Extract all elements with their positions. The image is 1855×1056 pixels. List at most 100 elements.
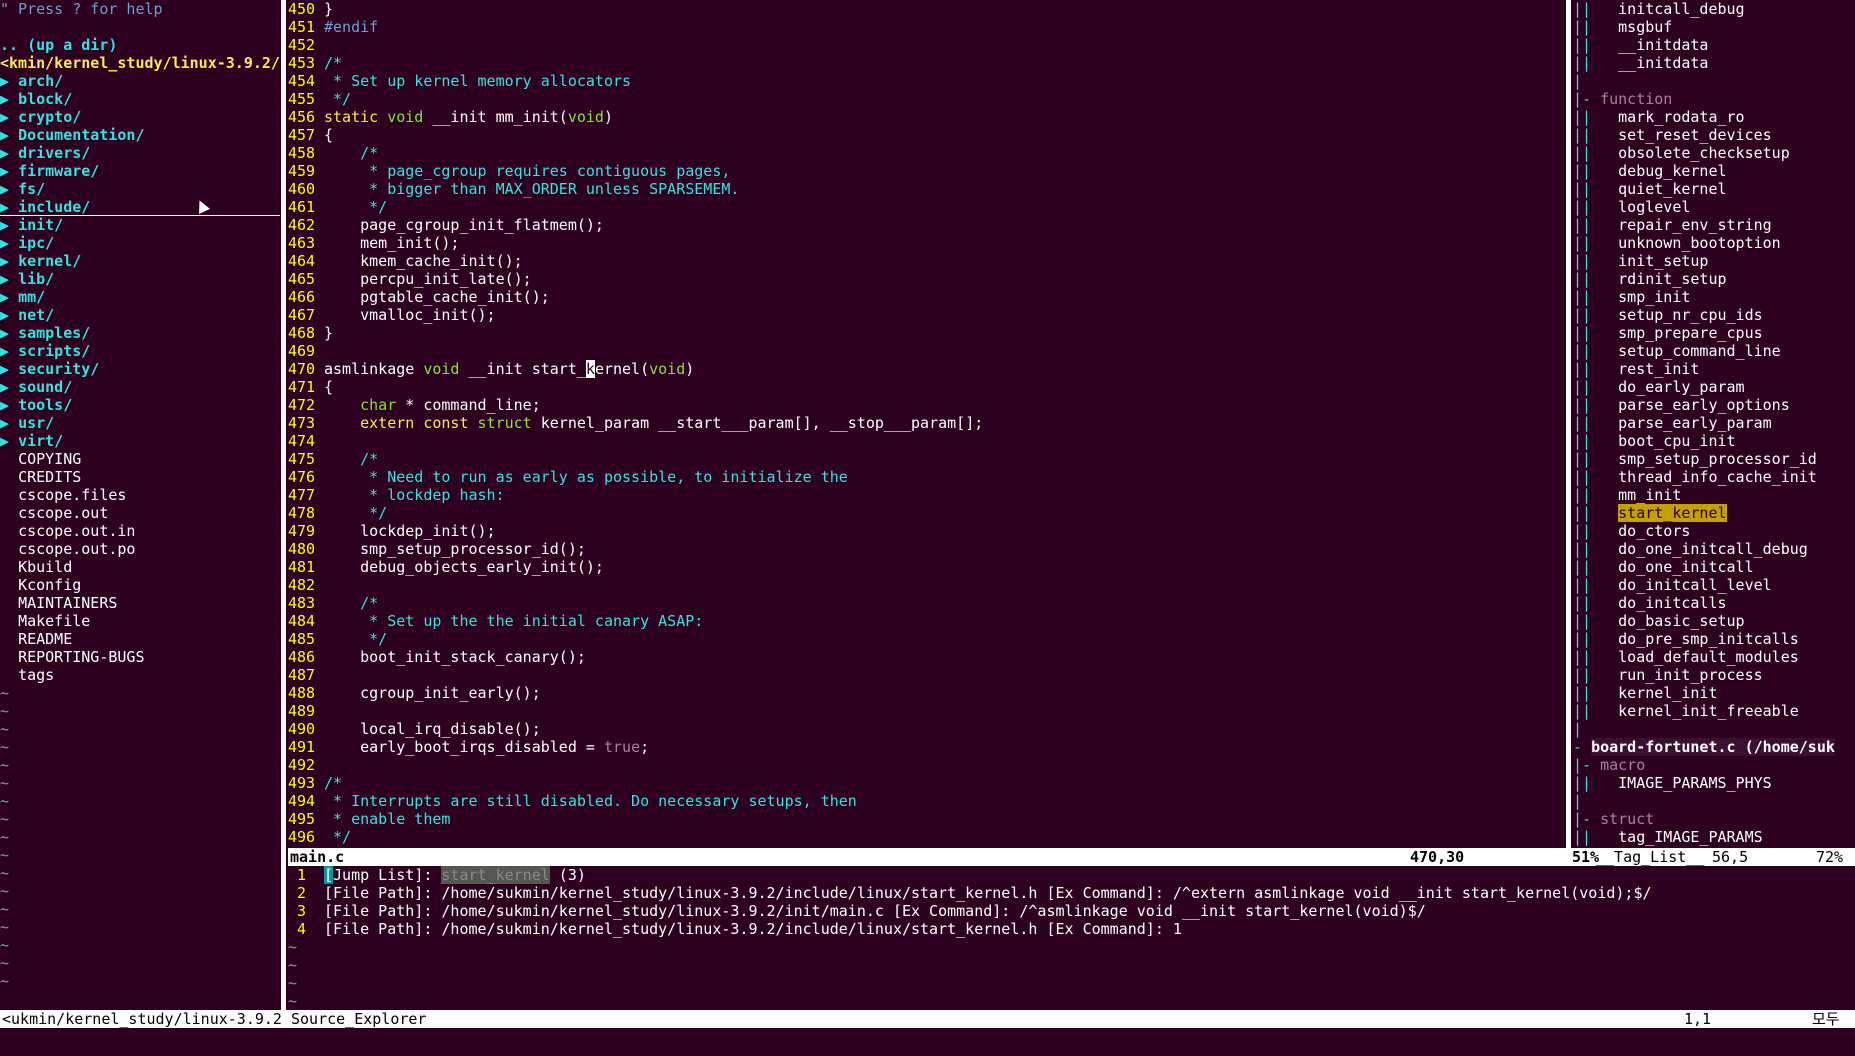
nerdtree-dir-item[interactable]: ▶ lib/	[0, 270, 280, 288]
taglist-function[interactable]: load_default_modules	[1618, 648, 1799, 666]
nerdtree-file-item[interactable]: cscope.out.po	[0, 540, 280, 558]
taglist-function-row[interactable]: || repair_env_string	[1573, 216, 1855, 234]
taglist-function-row[interactable]: || do_pre_smp_initcalls	[1573, 630, 1855, 648]
taglist-function-row[interactable]: || debug_kernel	[1573, 162, 1855, 180]
taglist-category-struct-row[interactable]: |- struct	[1573, 810, 1855, 828]
nerdtree-file-item[interactable]: MAINTAINERS	[0, 594, 280, 612]
nerdtree-panel[interactable]: " Press ? for help .. (up a dir) <kmin/ker…	[0, 0, 280, 1010]
nerdtree-file-item[interactable]: REPORTING-BUGS	[0, 648, 280, 666]
taglist-function-row[interactable]: || unknown_bootoption	[1573, 234, 1855, 252]
nerdtree-file-name[interactable]: Makefile	[18, 612, 90, 630]
taglist-function[interactable]: kernel_init_freeable	[1618, 702, 1799, 720]
nerdtree-file-name[interactable]: COPYING	[18, 450, 81, 468]
nerdtree-dir-name[interactable]: lib/	[18, 270, 54, 288]
nerdtree-file-item[interactable]: cscope.files	[0, 486, 280, 504]
taglist-category-function[interactable]: function	[1600, 90, 1672, 108]
taglist-function[interactable]: boot_cpu_init	[1618, 432, 1735, 450]
taglist-function-row[interactable]: || smp_setup_processor_id	[1573, 450, 1855, 468]
window-divider-right[interactable]	[1566, 0, 1571, 848]
taglist-function-row[interactable]: || parse_early_options	[1573, 396, 1855, 414]
nerdtree-up-dir[interactable]: .. (up a dir)	[0, 36, 280, 54]
taglist-function-row[interactable]: || smp_prepare_cpus	[1573, 324, 1855, 342]
nerdtree-dir-name[interactable]: drivers/	[18, 144, 90, 162]
taglist-function-row[interactable]: || boot_cpu_init	[1573, 432, 1855, 450]
taglist-function-row[interactable]: || thread_info_cache_init	[1573, 468, 1855, 486]
taglist-function-row[interactable]: || load_default_modules	[1573, 648, 1855, 666]
taglist-function-row[interactable]: || rdinit_setup	[1573, 270, 1855, 288]
nerdtree-dir-item[interactable]: ▶ drivers/	[0, 144, 280, 162]
taglist-macro-row[interactable]: || IMAGE_PARAMS_PHYS	[1573, 774, 1855, 792]
source-explorer-panel[interactable]: 1 [Jump List]: start_kernel (3) 2 [File Pa…	[288, 866, 1855, 1010]
taglist-function-row[interactable]: || do_initcalls	[1573, 594, 1855, 612]
source-explorer-line[interactable]: 3 [File Path]: /home/sukmin/kernel_study/…	[288, 902, 1855, 920]
taglist-tag[interactable]: initcall_debug	[1618, 0, 1744, 18]
nerdtree-file-name[interactable]: MAINTAINERS	[18, 594, 117, 612]
nerdtree-dir-item[interactable]: ▶ security/	[0, 360, 280, 378]
taglist-function[interactable]: obsolete_checksetup	[1618, 144, 1790, 162]
taglist-function[interactable]: do_initcall_level	[1618, 576, 1772, 594]
taglist-function-row[interactable]: || mark_rodata_ro	[1573, 108, 1855, 126]
taglist-function[interactable]: quiet_kernel	[1618, 180, 1726, 198]
taglist-function[interactable]: parse_early_param	[1618, 414, 1772, 432]
taglist-function[interactable]: do_one_initcall	[1618, 558, 1753, 576]
nerdtree-dir-name[interactable]: block/	[18, 90, 72, 108]
taglist-function-row[interactable]: || do_early_param	[1573, 378, 1855, 396]
taglist-function-row[interactable]: || obsolete_checksetup	[1573, 144, 1855, 162]
taglist-function[interactable]: do_ctors	[1618, 522, 1690, 540]
nerdtree-dir-name[interactable]: arch/	[18, 72, 63, 90]
nerdtree-file-name[interactable]: Kconfig	[18, 576, 81, 594]
nerdtree-dir-item[interactable]: ▶ virt/	[0, 432, 280, 450]
taglist-function[interactable]: rest_init	[1618, 360, 1699, 378]
window-divider-left[interactable]	[281, 0, 286, 1010]
nerdtree-file-name[interactable]: README	[18, 630, 72, 648]
taglist-function[interactable]: unknown_bootoption	[1618, 234, 1781, 252]
nerdtree-dir-name[interactable]: Documentation/	[18, 126, 144, 144]
taglist-function[interactable]: debug_kernel	[1618, 162, 1726, 180]
taglist-category-function-row[interactable]: |- function	[1573, 90, 1855, 108]
taglist-function[interactable]: init_setup	[1618, 252, 1708, 270]
nerdtree-dir-item[interactable]: ▶ include/	[0, 198, 280, 216]
nerdtree-dir-item[interactable]: ▶ scripts/	[0, 342, 280, 360]
nerdtree-dir-name[interactable]: include/	[18, 198, 90, 216]
taglist-function[interactable]: repair_env_string	[1618, 216, 1772, 234]
nerdtree-dir-name[interactable]: scripts/	[18, 342, 90, 360]
nerdtree-dir-name[interactable]: tools/	[18, 396, 72, 414]
taglist-file-header-row[interactable]: - board-fortunet.c (/home/suk	[1573, 738, 1855, 756]
nerdtree-dir-name[interactable]: kernel/	[18, 252, 81, 270]
taglist-category-struct[interactable]: struct	[1600, 810, 1654, 828]
nerdtree-dir-item[interactable]: ▶ sound/	[0, 378, 280, 396]
nerdtree-dir-item[interactable]: ▶ ipc/	[0, 234, 280, 252]
taglist-function-row[interactable]: || set_reset_devices	[1573, 126, 1855, 144]
taglist-function-row[interactable]: || do_one_initcall	[1573, 558, 1855, 576]
taglist-function[interactable]: setup_command_line	[1618, 342, 1781, 360]
taglist-function-row[interactable]: || quiet_kernel	[1573, 180, 1855, 198]
nerdtree-dir-name[interactable]: usr/	[18, 414, 54, 432]
taglist-function[interactable]: smp_init	[1618, 288, 1690, 306]
taglist-tag-row[interactable]: || __initdata	[1573, 36, 1855, 54]
taglist-function-row[interactable]: || setup_command_line	[1573, 342, 1855, 360]
taglist-function-row[interactable]: || init_setup	[1573, 252, 1855, 270]
nerdtree-dir-item[interactable]: ▶ samples/	[0, 324, 280, 342]
nerdtree-dir-item[interactable]: ▶ init/	[0, 216, 280, 234]
taglist-tag-row[interactable]: || msgbuf	[1573, 18, 1855, 36]
taglist-function[interactable]: mm_init	[1618, 486, 1681, 504]
taglist-file-header[interactable]: board-fortunet.c (/home/suk	[1591, 738, 1835, 756]
taglist-panel[interactable]: || initcall_debug || msgbuf || __initdata |…	[1573, 0, 1855, 848]
taglist-function[interactable]: mark_rodata_ro	[1618, 108, 1744, 126]
nerdtree-dir-name[interactable]: fs/	[18, 180, 45, 198]
nerdtree-file-name[interactable]: cscope.out	[18, 504, 108, 522]
nerdtree-dir-name[interactable]: firmware/	[18, 162, 99, 180]
taglist-function[interactable]: do_early_param	[1618, 378, 1744, 396]
taglist-function[interactable]: smp_setup_processor_id	[1618, 450, 1817, 468]
taglist-function[interactable]: do_basic_setup	[1618, 612, 1744, 630]
nerdtree-dir-name[interactable]: sound/	[18, 378, 72, 396]
file-path-entry[interactable]: [File Path]: /home/sukmin/kernel_study/l…	[324, 920, 1182, 938]
source-explorer-line[interactable]: 4 [File Path]: /home/sukmin/kernel_study/…	[288, 920, 1855, 938]
taglist-function-row[interactable]: || setup_nr_cpu_ids	[1573, 306, 1855, 324]
taglist-function-row[interactable]: || smp_init	[1573, 288, 1855, 306]
taglist-tag[interactable]: __initdata	[1618, 54, 1708, 72]
nerdtree-file-item[interactable]: README	[0, 630, 280, 648]
taglist-function[interactable]: thread_info_cache_init	[1618, 468, 1817, 486]
nerdtree-file-name[interactable]: Kbuild	[18, 558, 72, 576]
taglist-function-row[interactable]: || do_basic_setup	[1573, 612, 1855, 630]
